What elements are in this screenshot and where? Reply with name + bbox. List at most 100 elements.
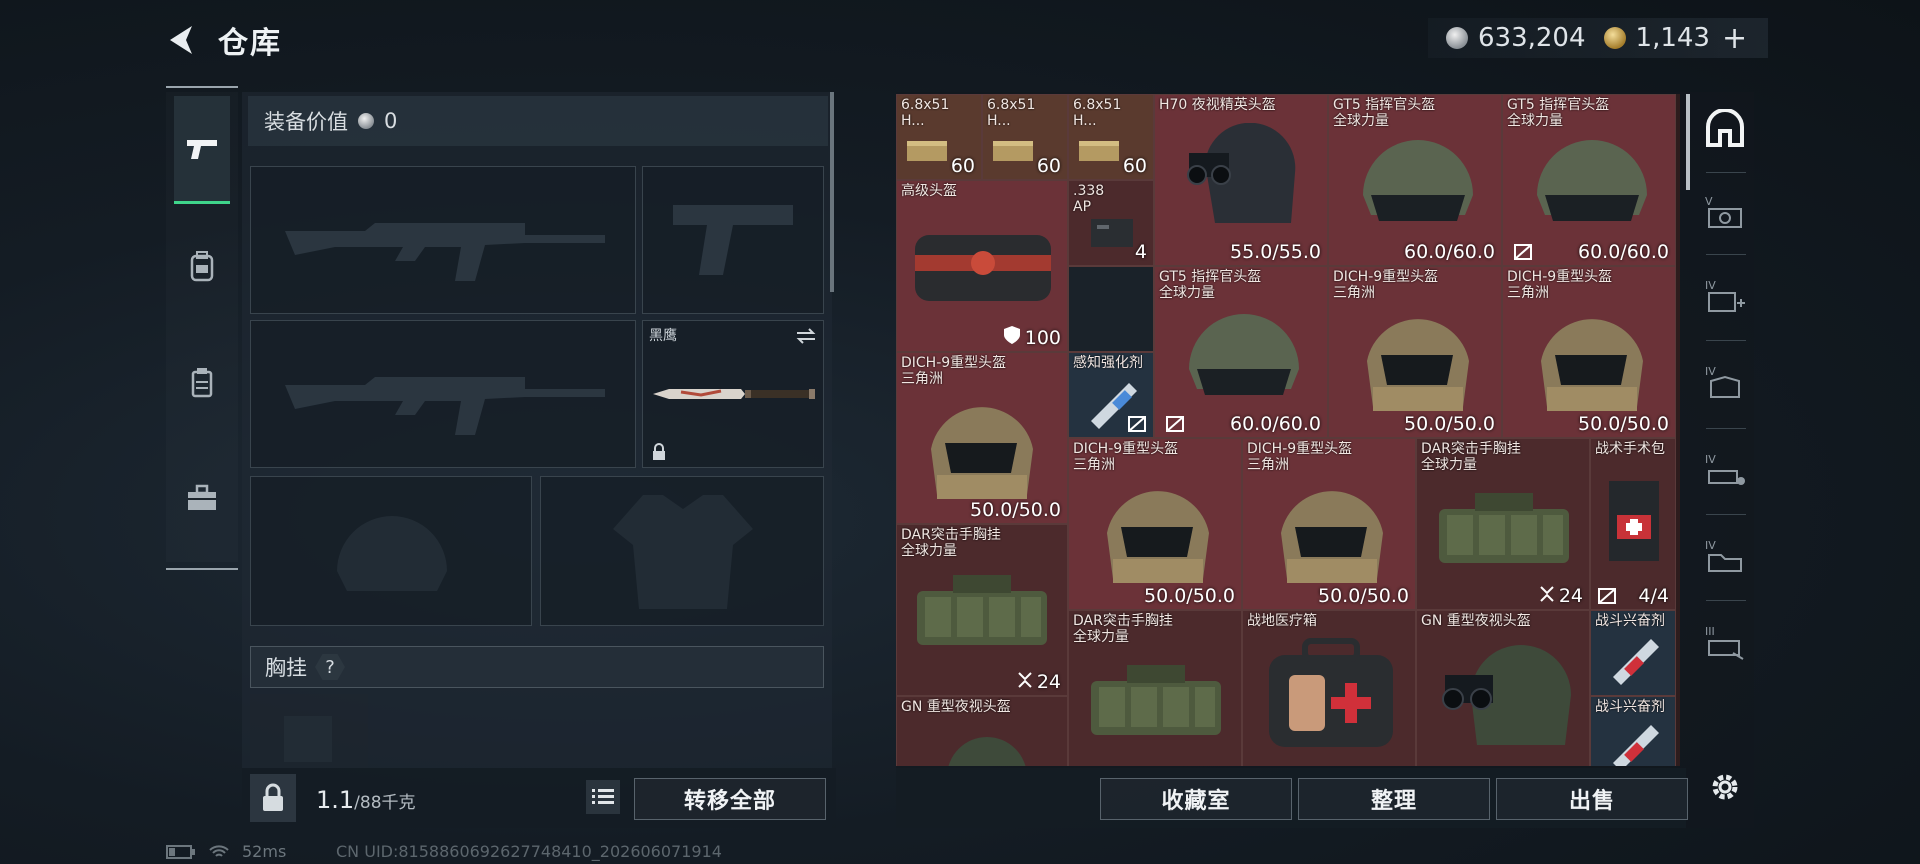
swap-icon[interactable]: [795, 327, 817, 345]
gear-icon: [1712, 774, 1738, 800]
briefcase-icon: [188, 484, 216, 510]
equipment-value-label: 装备价值: [264, 110, 348, 134]
heavy-helmet-icon: [931, 407, 1033, 499]
helmet-slot[interactable]: [250, 476, 532, 626]
heavy-helmet-icon: [1367, 319, 1469, 411]
inventory-item[interactable]: 战术手术包 4/4: [1590, 438, 1676, 610]
no-repair-icon: [1514, 244, 1532, 260]
svg-text:IV: IV: [1705, 279, 1716, 292]
tab-case[interactable]: [174, 444, 230, 552]
inventory-item[interactable]: .338 AP 4: [1068, 180, 1154, 266]
ping-value: 52ms: [242, 842, 287, 861]
grade-iii-icon: III: [1705, 625, 1744, 660]
chest-rig-icon: [917, 575, 1047, 645]
duffel-bag-icon: [915, 235, 1051, 301]
category-grade-iv-folder[interactable]: IV: [1696, 522, 1754, 592]
inventory-item[interactable]: DICH-9重型头盔 三角洲 50.0/50.0: [1328, 266, 1502, 438]
gold-coin-icon: [1603, 27, 1626, 49]
inventory-item[interactable]: GT5 指挥官头盔 全球力量 60.0/60.0: [1328, 94, 1502, 266]
no-repair-icon: [1598, 588, 1616, 604]
primary-weapon-slot-2[interactable]: [250, 320, 636, 468]
settings-button[interactable]: [1700, 762, 1750, 812]
primary-weapon-slot[interactable]: [250, 166, 636, 314]
category-filter-column: V IV IV IV IV III: [1696, 94, 1754, 766]
category-grade-iii[interactable]: III: [1696, 608, 1754, 678]
category-grade-v[interactable]: V: [1696, 178, 1754, 248]
inventory-item[interactable]: 高级头盔 100: [896, 180, 1068, 352]
transfer-all-button[interactable]: 转移全部: [634, 778, 826, 820]
equipment-scrollbar[interactable]: [830, 92, 834, 292]
svg-text:IV: IV: [1705, 539, 1716, 552]
category-grade-iv-armor[interactable]: IV: [1696, 348, 1754, 418]
no-repair-icon: [1128, 416, 1146, 432]
grade-v-icon: V: [1705, 195, 1742, 228]
chest-rig-icon: [1091, 665, 1221, 735]
inventory-item[interactable]: DAR突击手胸挂 全球力量: [1068, 610, 1242, 766]
weight-max: /88千克: [354, 793, 416, 813]
empty-slot[interactable]: [1068, 266, 1154, 352]
inventory-scrollbar[interactable]: [1686, 94, 1690, 190]
help-button[interactable]: ?: [315, 654, 345, 680]
inventory-item[interactable]: H70 夜视精英头盔 55.0/55.0: [1154, 94, 1328, 266]
category-grade-iv-tools[interactable]: IV: [1696, 436, 1754, 506]
battery-icon: [166, 844, 195, 859]
inventory-item[interactable]: 战斗兴奋剂: [1590, 696, 1676, 766]
lock-button[interactable]: [250, 774, 296, 822]
night-vision-helmet-icon: [1442, 645, 1571, 745]
category-all[interactable]: [1696, 94, 1754, 164]
collection-room-button[interactable]: 收藏室: [1100, 778, 1292, 820]
night-vision-helmet-icon: [948, 737, 1026, 766]
ammo-box-icon: [993, 141, 1033, 161]
wifi-icon: [209, 844, 229, 857]
inventory-item[interactable]: 6.8x51 H... 60: [896, 94, 982, 180]
stim-injector-icon: [1613, 725, 1659, 766]
chest-rig-silhouette-icon: [284, 716, 332, 762]
category-grade-iv-medical[interactable]: IV: [1696, 262, 1754, 332]
pistol-silhouette-icon: [673, 205, 793, 275]
add-currency-button[interactable]: +: [1722, 21, 1747, 56]
inventory-item[interactable]: 战地医疗箱: [1242, 610, 1416, 766]
night-vision-helmet-icon: [1187, 123, 1296, 223]
list-view-button[interactable]: [586, 780, 620, 814]
sell-button[interactable]: 出售: [1496, 778, 1688, 820]
inventory-item[interactable]: DAR突击手胸挂 全球力量 24: [896, 524, 1068, 696]
tab-rail-bottom-divider: [166, 568, 238, 570]
silver-coin-icon: [1446, 27, 1468, 49]
chest-rig-slot[interactable]: [250, 694, 368, 768]
back-arrow-icon[interactable]: [162, 20, 202, 60]
inventory-item[interactable]: DICH-9重型头盔 三角洲 50.0/50.0: [896, 352, 1068, 524]
backpack-icon: [190, 251, 214, 282]
inventory-item[interactable]: DAR突击手胸挂 全球力量 24: [1416, 438, 1590, 610]
inventory-item[interactable]: DICH-9重型头盔 三角洲 50.0/50.0: [1068, 438, 1242, 610]
organize-button[interactable]: 整理: [1298, 778, 1490, 820]
list-icon: [592, 789, 614, 804]
tab-weapons[interactable]: [174, 96, 230, 204]
inventory-item[interactable]: GT5 指挥官头盔 全球力量 60.0/60.0: [1154, 266, 1328, 438]
inventory-item[interactable]: GN 重型夜视头盔: [1416, 610, 1590, 766]
inventory-item[interactable]: 感知强化剂: [1068, 352, 1154, 438]
capacity-icon: [1540, 586, 1554, 602]
inventory-item[interactable]: DICH-9重型头盔 三角洲 50.0/50.0: [1242, 438, 1416, 610]
carry-weight: 1.1/88千克: [316, 786, 416, 814]
inventory-item[interactable]: 6.8x51 H... 60: [1068, 94, 1154, 180]
tab-backpack[interactable]: [174, 212, 230, 320]
currency-bar: 633,204 1,143 +: [1428, 18, 1768, 58]
inventory-item[interactable]: DICH-9重型头盔 三角洲 50.0/50.0: [1502, 266, 1676, 438]
ammo-box-icon: [907, 141, 947, 161]
svg-text:III: III: [1705, 625, 1715, 638]
inventory-item[interactable]: GT5 指挥官头盔 全球力量 60.0/60.0: [1502, 94, 1676, 266]
heavy-helmet-icon: [1541, 319, 1643, 411]
tab-vest[interactable]: [174, 328, 230, 436]
chest-rig-icon: [1439, 493, 1569, 563]
system-status: 52ms: [166, 842, 286, 861]
armor-slot[interactable]: [540, 476, 824, 626]
melee-slot[interactable]: 黑鹰: [642, 320, 824, 468]
inventory-item[interactable]: 6.8x51 H... 60: [982, 94, 1068, 180]
tactical-helmet-icon: [1189, 314, 1299, 395]
inventory-item[interactable]: 战斗兴奋剂: [1590, 610, 1676, 696]
inventory-item[interactable]: GN 重型夜视头盔: [896, 696, 1068, 766]
vest-icon: [191, 368, 213, 398]
pistol-icon: [187, 139, 217, 159]
lock-icon: [653, 443, 665, 460]
secondary-weapon-slot[interactable]: [642, 166, 824, 314]
